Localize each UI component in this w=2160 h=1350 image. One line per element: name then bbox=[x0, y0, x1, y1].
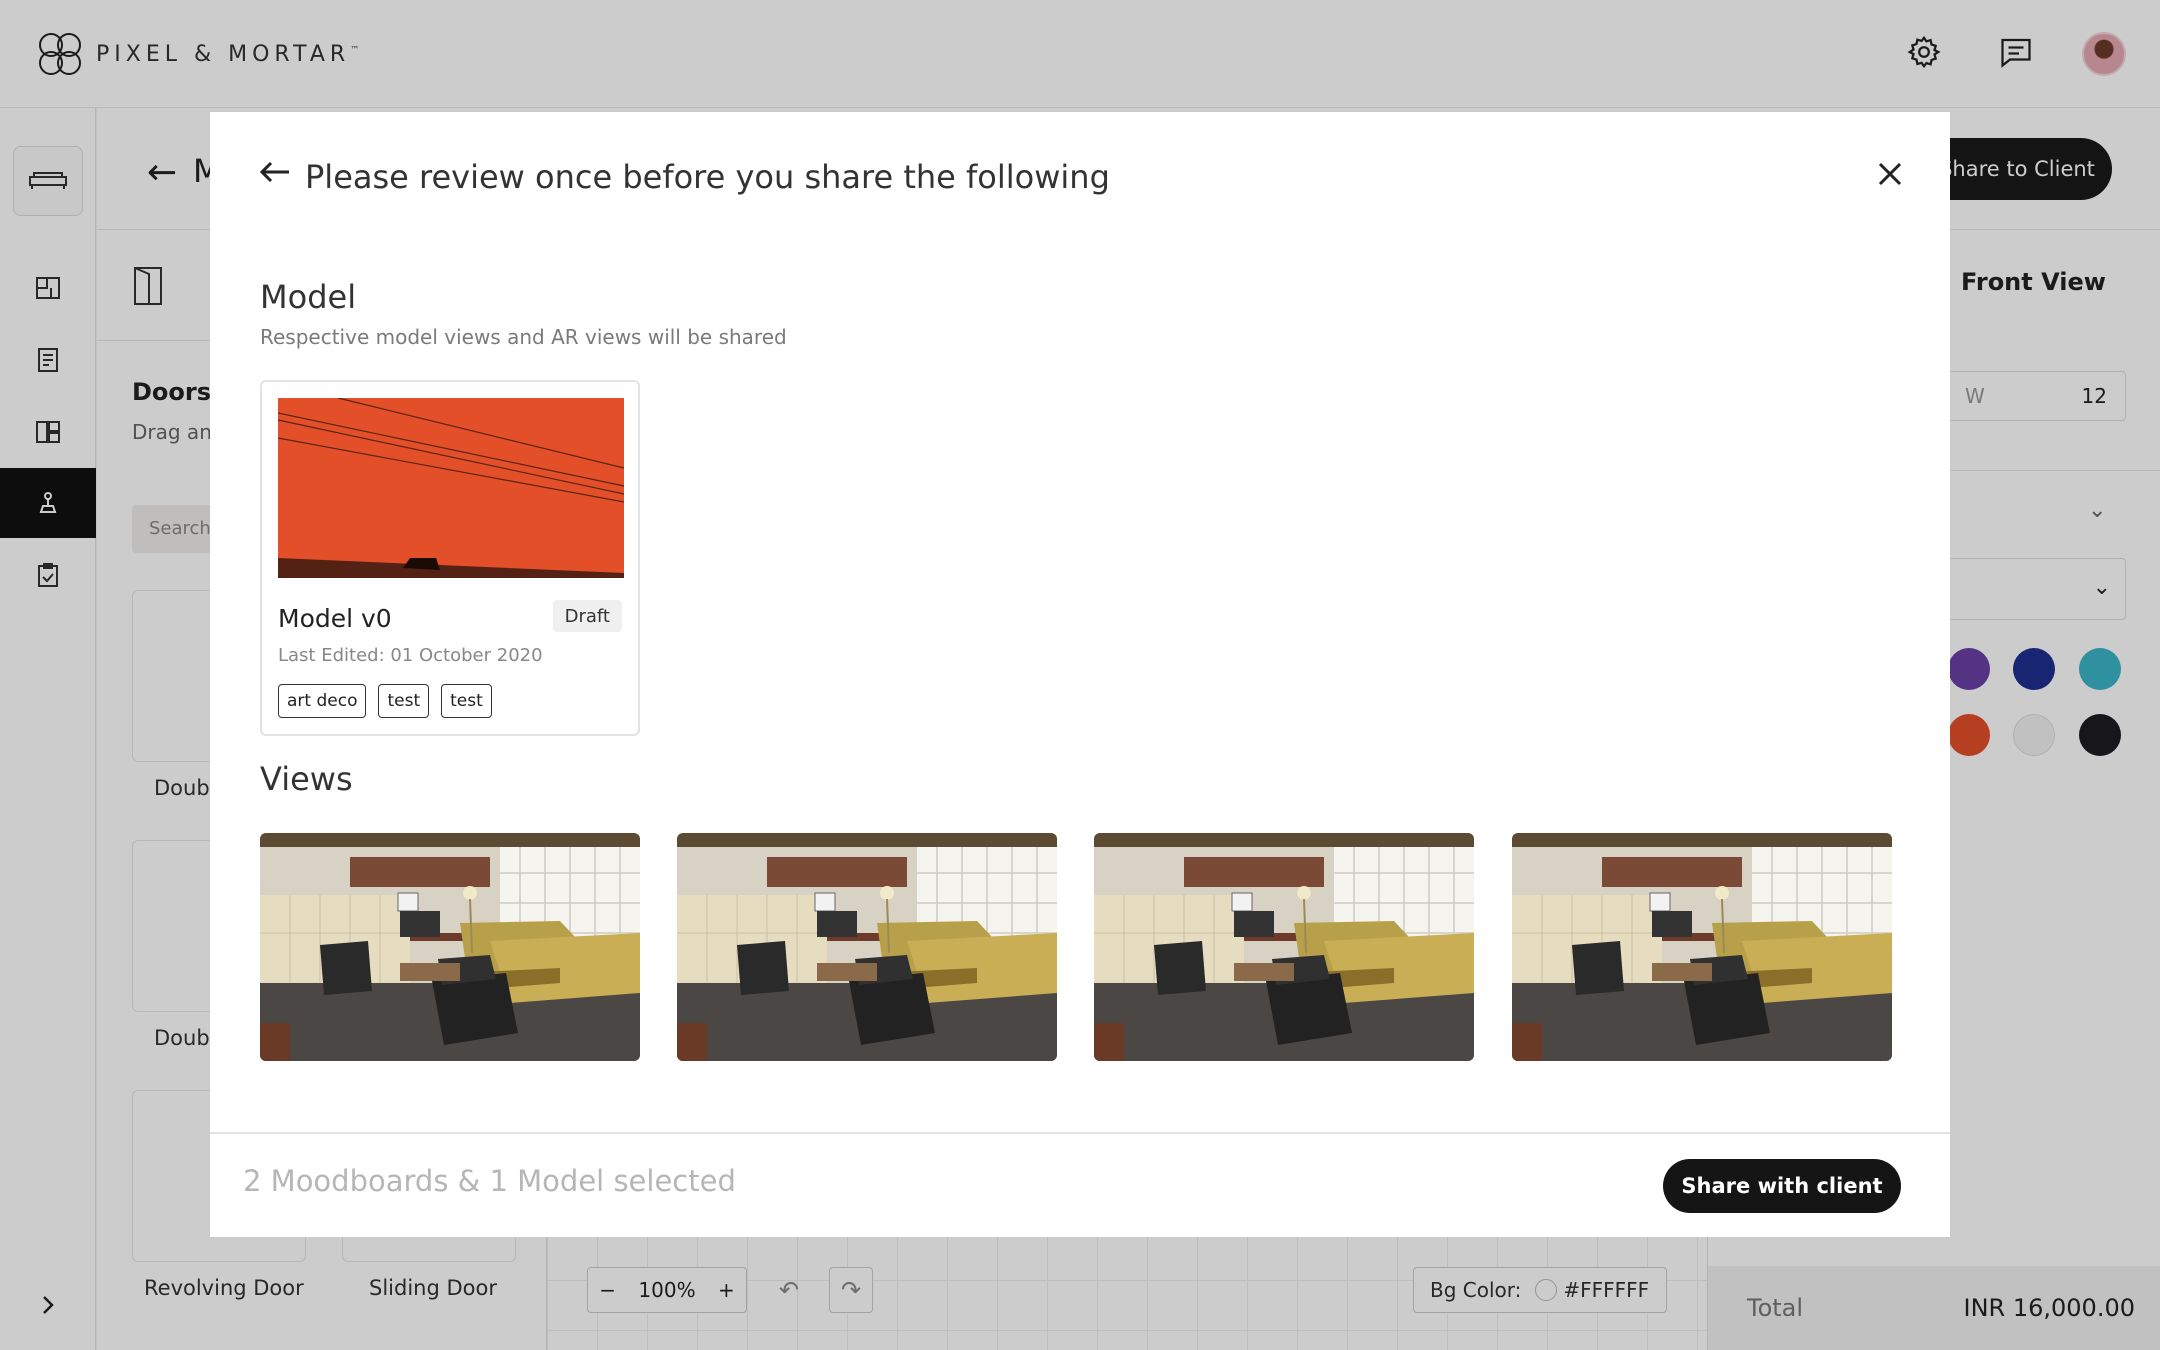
divider bbox=[210, 1132, 1950, 1134]
modal-title: Please review once before you share the … bbox=[305, 158, 1110, 196]
view-thumbnail[interactable] bbox=[1512, 833, 1892, 1061]
selection-status: 2 Moodboards & 1 Model selected bbox=[243, 1164, 736, 1198]
back-arrow-icon[interactable] bbox=[255, 152, 295, 192]
view-thumbnail[interactable] bbox=[1094, 833, 1474, 1061]
tag-list: art deco test test bbox=[278, 684, 492, 718]
model-card[interactable]: Model v0 Draft Last Edited: 01 October 2… bbox=[260, 380, 640, 736]
last-edited: Last Edited: 01 October 2020 bbox=[278, 645, 543, 666]
model-thumbnail bbox=[278, 398, 624, 578]
views-list bbox=[260, 833, 1892, 1061]
tag: test bbox=[441, 684, 492, 718]
close-icon[interactable] bbox=[1872, 156, 1908, 192]
tag: test bbox=[378, 684, 430, 718]
model-thumbnail-art bbox=[278, 398, 624, 578]
share-with-client-button[interactable]: Share with client bbox=[1663, 1159, 1901, 1213]
model-name: Model v0 bbox=[278, 604, 392, 633]
views-section-title: Views bbox=[260, 760, 353, 798]
status-badge: Draft bbox=[552, 600, 622, 632]
view-thumbnail[interactable] bbox=[677, 833, 1057, 1061]
share-review-modal: Please review once before you share the … bbox=[210, 112, 1950, 1237]
view-thumbnail[interactable] bbox=[260, 833, 640, 1061]
tag: art deco bbox=[278, 684, 367, 718]
model-section-title: Model bbox=[260, 278, 357, 316]
model-section-subtitle: Respective model views and AR views will… bbox=[260, 325, 787, 349]
